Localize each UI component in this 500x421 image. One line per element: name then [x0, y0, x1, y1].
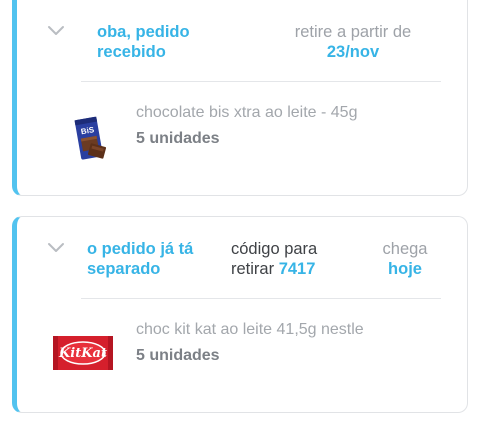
product-quantity: 5 unidades [136, 347, 220, 364]
order-status-line2: recebido [97, 43, 166, 61]
order-status-line2: separado [87, 260, 161, 278]
divider [81, 298, 441, 299]
arrival-label: chega [382, 240, 428, 258]
product-name: chocolate bis xtra ao leite - 45g [136, 104, 358, 121]
order-status: oba, pedido recebido [97, 22, 190, 62]
order-card[interactable]: oba, pedido recebido retire a partir de … [12, 0, 468, 196]
order-card[interactable]: o pedido já tá separado código para reti… [12, 216, 468, 413]
product-quantity: 5 unidades [136, 130, 220, 147]
pickup-info: retire a partir de 23/nov [283, 22, 423, 62]
pickup-date: 23/nov [326, 43, 380, 61]
kitkat-brand-text: KitKat [58, 346, 107, 361]
pickup-code: código para retirar 7417 [231, 239, 317, 279]
kitkat-chocolate-bar: KitKat [52, 333, 114, 378]
orders-page: oba, pedido recebido retire a partir de … [0, 0, 500, 421]
chevron-down-icon[interactable] [47, 25, 65, 36]
pickup-code-label: código para [231, 240, 318, 258]
pickup-code-label-2: retirar [231, 260, 275, 278]
arrival-info: chega hoje [373, 239, 437, 279]
chevron-down-icon[interactable] [47, 242, 65, 253]
arrival-value: hoje [388, 260, 422, 278]
order-status: o pedido já tá separado [87, 239, 193, 279]
product-name: choc kit kat ao leite 41,5g nestle [136, 321, 364, 338]
bis-xtra-chocolate-bar: BiS [72, 113, 108, 170]
pickup-code-value: 7417 [278, 260, 316, 278]
order-status-line1: oba, pedido [97, 23, 190, 41]
divider [81, 81, 441, 82]
pickup-label: retire a partir de [294, 23, 412, 41]
order-status-line1: o pedido já tá [87, 240, 194, 258]
